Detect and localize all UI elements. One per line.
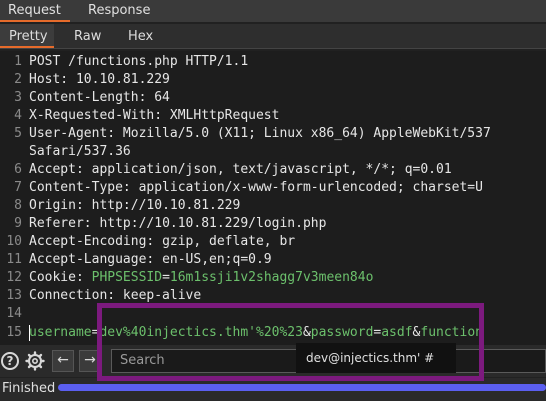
header-connection: Connection: keep-alive: [29, 288, 201, 303]
header-referer: Referer: http://10.10.81.229/login.php: [29, 216, 326, 231]
header-value: http://10.10.81.229: [91, 198, 241, 213]
header-content-type: Content-Type: application/x-www-form-url…: [29, 180, 483, 195]
line-number: 7: [14, 180, 22, 195]
header-value: keep-alive: [122, 288, 202, 303]
progress-bar: [58, 384, 546, 391]
request-line-text: POST /functions.php HTTP/1.1: [29, 54, 249, 69]
tab-request[interactable]: Request: [0, 0, 70, 22]
header-key: Connection:: [29, 288, 123, 303]
line-number: 11: [6, 252, 22, 267]
header-cookie: Cookie: PHPSESSID=16m1ssji1v2shagg7v3mee…: [29, 270, 373, 285]
header-user-agent-wrap: Safari/537.36: [29, 144, 131, 159]
header-origin: Origin: http://10.10.81.229: [29, 198, 240, 213]
header-x-requested-with: X-Requested-With: XMLHttpRequest: [29, 108, 279, 123]
line-number: 15: [6, 325, 22, 340]
line-number: 12: [6, 270, 22, 285]
request-line: POST /functions.php HTTP/1.1: [29, 54, 248, 69]
tab-response[interactable]: Response: [88, 0, 158, 22]
header-accept-encoding: Accept-Encoding: gzip, deflate, br: [29, 234, 295, 249]
header-value: XMLHttpRequest: [169, 108, 280, 123]
header-key: Accept-Encoding:: [29, 234, 163, 249]
header-key: Content-Length:: [29, 90, 155, 105]
header-value: Mozilla/5.0 (X11; Linux x86_64) AppleWeb…: [122, 126, 491, 141]
cookie-name: PHPSESSID: [91, 270, 163, 285]
line-number: 3: [14, 90, 22, 105]
param-name: username: [29, 325, 92, 340]
cookie-value: 16m1ssji1v2shagg7v3meen84o: [169, 270, 374, 285]
header-key: Referer:: [29, 216, 100, 231]
header-key: Cookie:: [29, 270, 92, 285]
header-accept-language: Accept-Language: en-US,en;q=0.9: [29, 252, 272, 267]
line-number: 2: [14, 72, 22, 87]
highlight-box: [97, 303, 484, 381]
header-accept: Accept: application/json, text/javascrip…: [29, 162, 452, 177]
header-value: 10.10.81.229: [75, 72, 170, 87]
line-number: 13: [6, 288, 22, 303]
header-value: gzip, deflate, br: [162, 234, 296, 249]
header-key: X-Requested-With:: [29, 108, 170, 123]
tab-raw[interactable]: Raw: [74, 24, 114, 48]
header-key: Content-Type:: [29, 180, 139, 195]
line-number: 4: [14, 108, 22, 123]
header-content-length: Content-Length: 64: [29, 90, 170, 105]
line-number: 8: [14, 198, 22, 213]
help-icon[interactable]: ?: [1, 352, 19, 370]
header-value: application/x-www-form-urlencoded; chars…: [138, 180, 483, 195]
header-value: http://10.10.81.229/login.php: [99, 216, 327, 231]
tab-hex[interactable]: Hex: [128, 24, 168, 48]
line-number: 10: [6, 234, 22, 249]
status-text: Finished: [2, 381, 56, 396]
header-value: Safari/537.36: [29, 144, 131, 159]
line-number: 14: [6, 306, 22, 321]
header-key: Accept-Language:: [29, 252, 163, 267]
header-value: 64: [154, 90, 170, 105]
header-value: en-US,en;q=0.9: [162, 252, 272, 267]
line-number: 6: [14, 162, 22, 177]
header-key: Origin:: [29, 198, 92, 213]
gear-icon[interactable]: [25, 351, 45, 371]
line-number: 5: [14, 126, 22, 141]
header-host: Host: 10.10.81.229: [29, 72, 170, 87]
text-cursor: [29, 325, 30, 341]
header-key: Host:: [29, 72, 76, 87]
line-number: 9: [14, 216, 22, 231]
cookie-equals: =: [162, 270, 170, 285]
header-user-agent: User-Agent: Mozilla/5.0 (X11; Linux x86_…: [29, 126, 491, 141]
top-tab-bar: [0, 0, 546, 22]
back-arrow-icon[interactable]: ←: [52, 350, 74, 372]
header-key: Accept:: [29, 162, 92, 177]
tab-pretty[interactable]: Pretty: [0, 24, 54, 48]
header-key: User-Agent:: [29, 126, 123, 141]
header-value: application/json, text/javascript, */*; …: [91, 162, 452, 177]
line-number: 1: [14, 54, 22, 69]
